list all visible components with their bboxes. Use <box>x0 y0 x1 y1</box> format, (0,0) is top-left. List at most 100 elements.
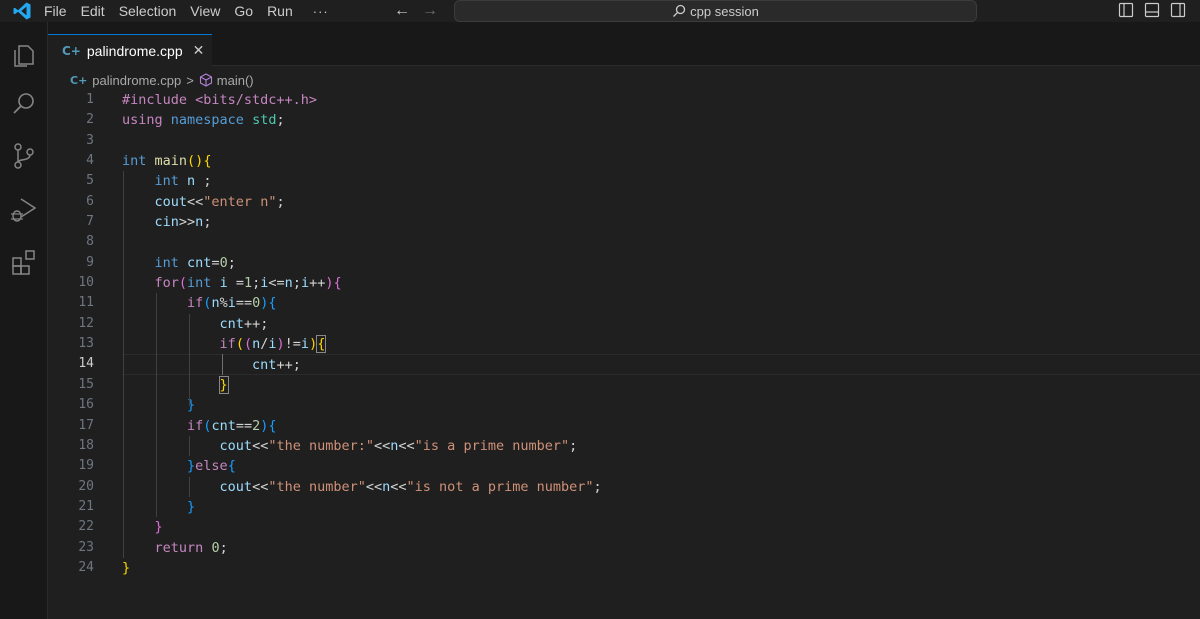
tab-palindrome-cpp[interactable]: C+ palindrome.cpp ✕ <box>48 34 212 66</box>
line-number: 3 <box>86 132 94 148</box>
source-control-icon[interactable] <box>8 140 40 172</box>
code-line[interactable]: cin>>n; <box>122 212 1200 232</box>
code-token: ) <box>309 336 318 353</box>
code-token: <= <box>268 275 285 292</box>
run-and-debug-icon[interactable] <box>8 194 40 226</box>
code-line[interactable]: } <box>122 497 1200 517</box>
code-area[interactable]: #include <bits/stdc++.h> using namespace … <box>122 90 1200 578</box>
code-line[interactable]: for(int i =1;i<=n;i++){ <box>122 273 1200 293</box>
code-token: cnt <box>187 254 212 271</box>
code-token: << <box>252 478 269 495</box>
menu-edit[interactable]: Edit <box>81 0 105 22</box>
code-token: "enter n" <box>203 193 277 210</box>
code-line[interactable]: if((n/i)!=i){ <box>122 334 1200 354</box>
line-number-gutter: 1 2 3 4 5 6 7 8 9 10 11 12 13 14 15 16 17 18 19 20 21 22 23 24 <box>48 90 118 578</box>
code-line[interactable]: int n ; <box>122 171 1200 191</box>
code-line[interactable]: int cnt=0; <box>122 253 1200 273</box>
code-token: << <box>187 193 204 210</box>
code-token: int <box>187 275 212 292</box>
code-token: ; <box>227 254 236 271</box>
menu-more-icon[interactable]: ··· <box>313 4 329 19</box>
line-number: 15 <box>78 376 94 392</box>
code-line[interactable]: } <box>122 517 1200 537</box>
line-number: 22 <box>78 519 94 535</box>
toggle-primary-sidebar-icon[interactable] <box>1118 2 1134 18</box>
code-line[interactable]: cout<<"enter n"; <box>122 192 1200 212</box>
code-line[interactable]: if(cnt==2){ <box>122 416 1200 436</box>
code-line[interactable] <box>122 232 1200 252</box>
code-token: () <box>187 153 204 170</box>
breadcrumb-file[interactable]: palindrome.cpp <box>92 73 181 88</box>
code-token: { <box>268 295 277 312</box>
menu-view[interactable]: View <box>190 0 220 22</box>
code-token: n <box>284 275 293 292</box>
menu-run[interactable]: Run <box>267 0 293 22</box>
breadcrumb-symbol[interactable]: main() <box>217 73 254 88</box>
code-line[interactable]: } <box>122 395 1200 415</box>
code-line[interactable]: cout<<"the number:"<<n<<"is a prime numb… <box>122 436 1200 456</box>
code-token: << <box>252 437 269 454</box>
back-arrow-icon[interactable]: ← <box>394 2 410 20</box>
code-line[interactable] <box>122 131 1200 151</box>
menu-selection[interactable]: Selection <box>119 0 177 22</box>
code-token: "is not a prime number" <box>406 478 594 495</box>
code-line[interactable]: using namespace std; <box>122 110 1200 130</box>
line-number: 20 <box>78 478 94 494</box>
code-token: } <box>154 519 163 536</box>
line-number: 12 <box>78 315 94 331</box>
code-line[interactable]: }else{ <box>122 456 1200 476</box>
code-line[interactable]: cnt++; <box>122 354 1200 375</box>
code-token: == <box>235 417 253 434</box>
menu-file[interactable]: File <box>44 0 67 22</box>
code-line[interactable]: if(n%i==0){ <box>122 293 1200 313</box>
toggle-secondary-sidebar-icon[interactable] <box>1170 2 1186 18</box>
code-token: { <box>227 458 236 475</box>
code-line[interactable]: } <box>122 375 1200 395</box>
layout-controls <box>1118 2 1186 18</box>
code-line[interactable]: int main(){ <box>122 151 1200 171</box>
line-number: 13 <box>78 336 94 352</box>
code-token: >> <box>178 214 196 231</box>
code-token: ; <box>292 275 301 292</box>
nav-arrows: ← → <box>394 0 450 22</box>
code-token: == <box>235 295 253 312</box>
code-token: int <box>154 254 179 271</box>
vscode-logo-icon <box>13 2 31 20</box>
search-text: cpp session <box>690 3 759 19</box>
code-token: cout <box>219 437 253 454</box>
code-token: ( <box>243 336 253 353</box>
code-line[interactable]: return 0; <box>122 538 1200 558</box>
code-line[interactable]: cout<<"the number"<<n<<"is not a prime n… <box>122 477 1200 497</box>
code-editor[interactable]: 1 2 3 4 5 6 7 8 9 10 11 12 13 14 15 16 17 18 19 20 21 22 23 24 … <box>48 90 1200 619</box>
code-token: } <box>187 498 196 515</box>
forward-arrow-icon[interactable]: → <box>422 2 438 20</box>
code-line[interactable]: cnt++; <box>122 314 1200 334</box>
code-line[interactable]: #include <bits/stdc++.h> <box>122 90 1200 110</box>
line-number: 16 <box>78 397 94 413</box>
code-token: = <box>227 275 244 292</box>
code-line[interactable]: } <box>122 558 1200 578</box>
line-number: 24 <box>78 559 94 575</box>
close-icon[interactable]: ✕ <box>193 42 205 59</box>
search-sidebar-icon[interactable] <box>8 88 40 120</box>
menu-go[interactable]: Go <box>234 0 253 22</box>
extensions-icon[interactable] <box>8 246 40 278</box>
command-center-search[interactable]: cpp session <box>454 0 977 22</box>
code-token: main <box>154 153 188 170</box>
explorer-icon[interactable] <box>8 40 40 72</box>
toggle-panel-icon[interactable] <box>1144 2 1160 18</box>
indent-guide <box>123 171 124 558</box>
line-number: 17 <box>78 417 94 433</box>
